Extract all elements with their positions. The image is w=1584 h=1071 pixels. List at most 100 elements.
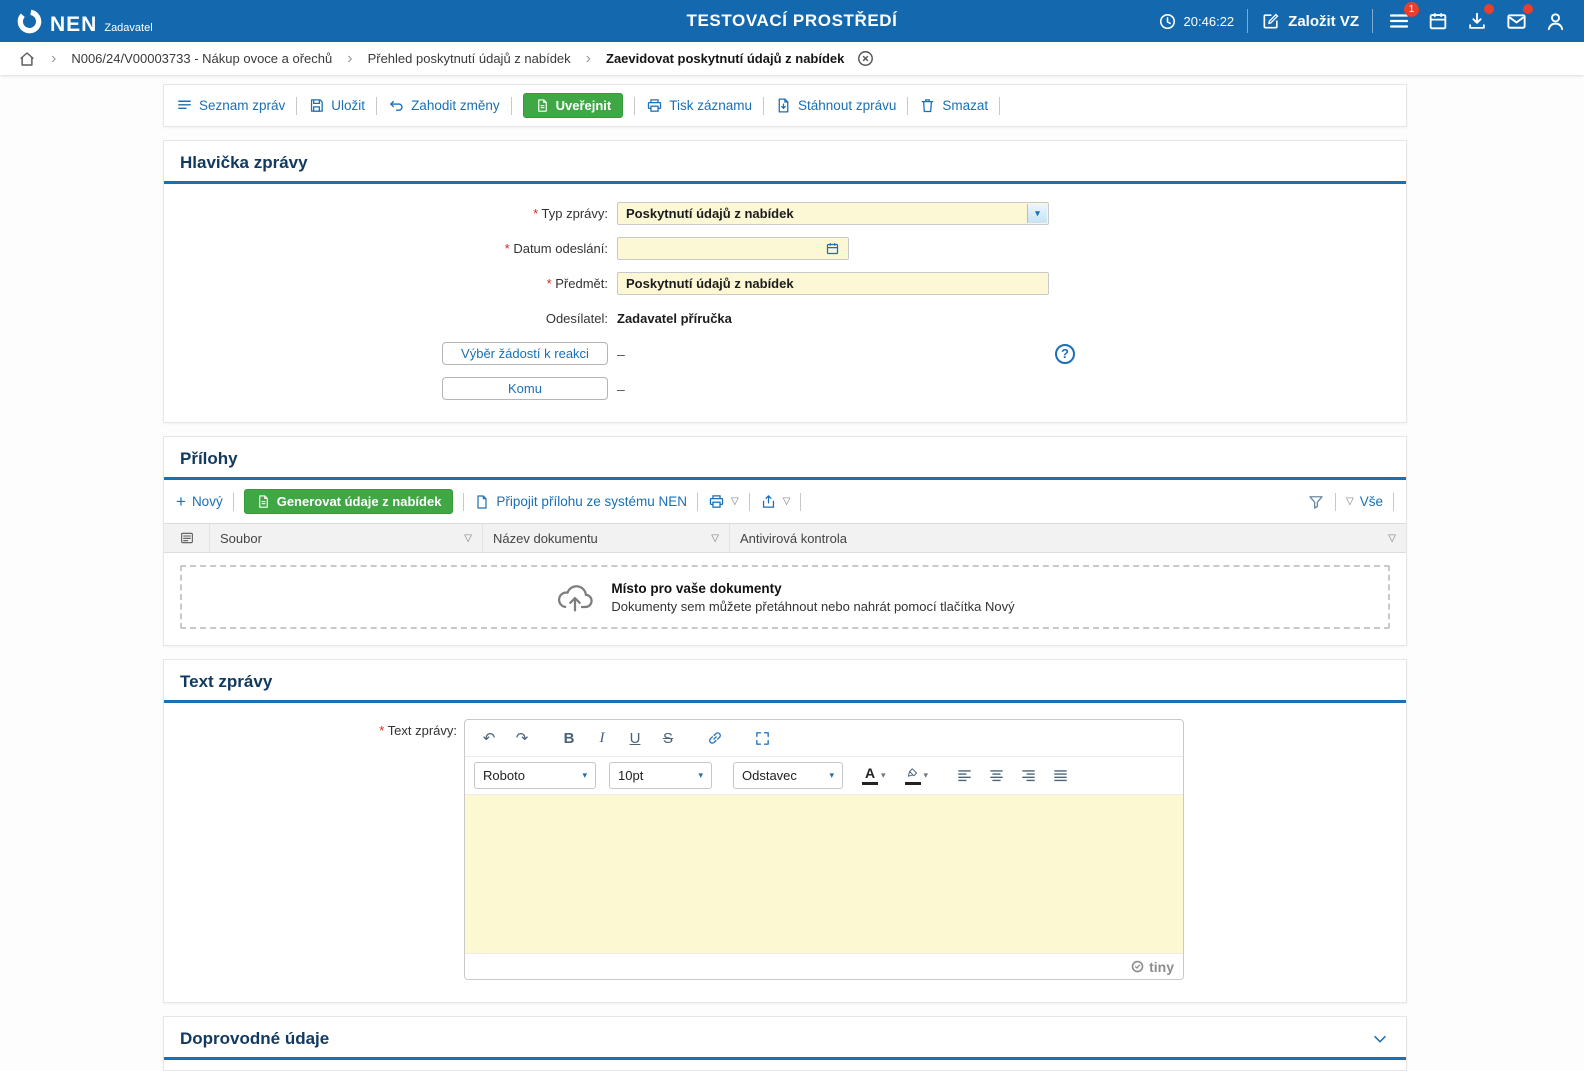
vyber-zadosti-button[interactable]: Výběr žádostí k reakci (442, 342, 608, 365)
form-row-vyber-zadosti: Výběr žádostí k reakci – ? (180, 342, 1390, 365)
typ-zpravy-select[interactable]: Poskytnutí údajů z nabídek ▾ (617, 202, 1049, 225)
empty-value-dash: – (617, 381, 625, 397)
close-record-button[interactable] (856, 49, 875, 68)
separator (1372, 9, 1373, 33)
column-header-nazev[interactable]: Název dokumentu ▽ (482, 524, 729, 552)
column-settings-button[interactable] (164, 524, 209, 552)
nen-logo-icon (16, 8, 43, 35)
help-icon[interactable]: ? (1055, 344, 1075, 364)
topbar-actions: 20:46:22 Založit VZ 1 (1158, 8, 1568, 34)
print-attachments-button[interactable]: ▽ (708, 493, 739, 510)
separator (907, 97, 908, 115)
strikethrough-button[interactable]: S (653, 725, 683, 751)
delete-button[interactable]: Smazat (919, 97, 988, 114)
messages-button[interactable] (1503, 8, 1529, 34)
file-dropzone[interactable]: Místo pro vaše dokumenty Dokumenty sem m… (180, 565, 1390, 629)
undo-icon (388, 97, 405, 114)
doc-icon (474, 494, 490, 510)
discard-changes-label: Zahodit změny (411, 98, 500, 113)
italic-button[interactable]: I (587, 725, 617, 751)
separator (1393, 493, 1394, 511)
insert-link-button[interactable] (700, 725, 730, 751)
close-icon (856, 49, 875, 68)
komu-button[interactable]: Komu (442, 377, 608, 400)
highlight-color-button[interactable]: ▾ (905, 766, 929, 785)
doc-icon (256, 494, 271, 509)
align-left-button[interactable] (949, 763, 979, 789)
align-right-button[interactable] (1013, 763, 1043, 789)
breadcrumb-item-contract[interactable]: N006/24/V00003733 - Nákup ovoce a ořechů (71, 51, 332, 66)
nen-logo[interactable]: NEN Zadavatel (16, 8, 153, 35)
font-size-dropdown[interactable]: 10pt ▾ (609, 762, 712, 789)
collapse-toggle-button[interactable] (1370, 1032, 1390, 1047)
required-mark: * (505, 241, 510, 256)
datepicker-button[interactable] (825, 241, 840, 256)
publish-doc-icon (535, 98, 550, 113)
plus-icon: + (176, 493, 186, 510)
generate-data-label: Generovat údaje z nabídek (277, 494, 442, 509)
brand-name: NEN (50, 14, 97, 35)
underline-button[interactable]: U (620, 725, 650, 751)
select-dropdown-button[interactable]: ▾ (1027, 204, 1047, 223)
printer-icon (708, 493, 725, 510)
profile-button[interactable] (1542, 8, 1568, 34)
show-all-label: Vše (1360, 494, 1383, 509)
predmet-input[interactable]: Poskytnutí údajů z nabídek (617, 272, 1049, 295)
chevron-down-icon: ▾ (881, 770, 886, 781)
column-header-soubor[interactable]: Soubor ▽ (209, 524, 482, 552)
breadcrumb-item-overview[interactable]: Přehled poskytnutí údajů z nabídek (368, 51, 571, 66)
tiny-brand-link[interactable]: tiny (1130, 959, 1174, 975)
home-button[interactable] (18, 50, 36, 68)
text-zpravy-label: * Text zprávy: (180, 719, 464, 980)
dropdown-triangle-icon[interactable]: ▽ (783, 496, 791, 507)
block-format-dropdown[interactable]: Odstavec ▾ (733, 762, 843, 789)
align-center-button[interactable] (981, 763, 1011, 789)
show-all-button[interactable]: ▽ Vše (1346, 494, 1383, 509)
section-header: Hlavička zprávy (164, 141, 1406, 184)
save-label: Uložit (331, 98, 365, 113)
fullscreen-button[interactable] (747, 725, 777, 751)
form-row-predmet: * Předmět: Poskytnutí údajů z nabídek (180, 272, 1390, 295)
font-size-value: 10pt (618, 768, 643, 783)
breadcrumb-item-current: Zaevidovat poskytnutí údajů z nabídek (606, 51, 844, 66)
chevron-down-icon: ▾ (698, 770, 703, 781)
form-row-typ-zpravy: * Typ zprávy: Poskytnutí údajů z nabídek… (180, 202, 1390, 225)
section-header: Přílohy (164, 437, 1406, 480)
font-family-dropdown[interactable]: Roboto ▾ (474, 762, 596, 789)
attachments-toolbar: + Nový Generovat údaje z nabídek Připoji… (164, 480, 1406, 523)
column-header-antivir[interactable]: Antivirová kontrola ▽ (729, 524, 1406, 552)
publish-button[interactable]: Uveřejnit (523, 93, 624, 118)
datum-odeslani-input[interactable] (617, 237, 849, 260)
downloads-button[interactable] (1464, 8, 1490, 34)
editor-body[interactable] (465, 795, 1183, 953)
new-attachment-button[interactable]: + Nový (176, 493, 223, 510)
calendar-button[interactable] (1425, 8, 1451, 34)
filter-funnel-button[interactable] (1307, 493, 1325, 511)
print-record-button[interactable]: Tisk záznamu (646, 97, 752, 114)
redo-button[interactable]: ↷ (507, 725, 537, 751)
menu-button[interactable]: 1 (1386, 8, 1412, 34)
bold-button[interactable]: B (554, 725, 584, 751)
save-button[interactable]: Uložit (308, 97, 365, 114)
undo-button[interactable]: ↶ (474, 725, 504, 751)
create-vz-label: Založit VZ (1288, 13, 1359, 30)
export-attachments-button[interactable]: ▽ (760, 493, 791, 510)
dropdown-triangle-icon[interactable]: ▽ (731, 496, 739, 507)
chevron-right-icon: › (586, 51, 591, 67)
download-message-button[interactable]: Stáhnout zprávu (775, 97, 896, 114)
section-message-header: Hlavička zprávy * Typ zprávy: Poskytnutí… (163, 140, 1407, 423)
align-justify-button[interactable] (1045, 763, 1075, 789)
create-vz-button[interactable]: Založit VZ (1261, 11, 1359, 31)
filter-triangle-icon[interactable]: ▽ (711, 533, 719, 544)
text-color-button[interactable]: A ▾ (862, 766, 886, 785)
filter-triangle-icon[interactable]: ▽ (464, 533, 472, 544)
top-header: NEN Zadavatel TESTOVACÍ PROSTŘEDÍ 20:46:… (0, 0, 1584, 42)
separator (800, 493, 801, 511)
section-body-collapsed (164, 1060, 1406, 1070)
generate-data-button[interactable]: Generovat údaje z nabídek (244, 489, 454, 514)
filter-triangle-icon[interactable]: ▽ (1388, 533, 1396, 544)
attach-from-nen-button[interactable]: Připojit přílohu ze systému NEN (474, 494, 687, 510)
message-list-button[interactable]: Seznam zpráv (176, 97, 285, 114)
discard-changes-button[interactable]: Zahodit změny (388, 97, 500, 114)
separator (749, 493, 750, 511)
